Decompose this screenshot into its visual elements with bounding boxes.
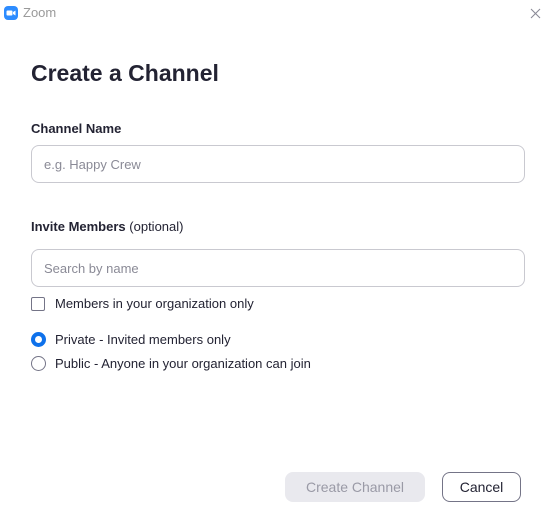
create-channel-button[interactable]: Create Channel xyxy=(285,472,425,502)
channel-name-label: Channel Name xyxy=(31,121,122,136)
public-radio[interactable] xyxy=(31,356,46,371)
public-label: Public - Anyone in your organization can… xyxy=(55,356,311,371)
public-option[interactable]: Public - Anyone in your organization can… xyxy=(31,356,311,371)
org-only-label: Members in your organization only xyxy=(55,296,254,311)
invite-members-label-text: Invite Members xyxy=(31,219,126,234)
channel-name-field[interactable] xyxy=(31,145,525,183)
search-members-input[interactable] xyxy=(31,249,525,287)
invite-members-label: Invite Members (optional) xyxy=(31,219,183,234)
optional-text: (optional) xyxy=(129,219,184,234)
private-label: Private - Invited members only xyxy=(55,332,231,347)
title-bar: Zoom xyxy=(0,0,549,26)
org-only-checkbox[interactable] xyxy=(31,296,45,311)
close-icon[interactable] xyxy=(527,5,543,21)
app-title: Zoom xyxy=(23,5,57,20)
page-title: Create a Channel xyxy=(31,60,219,86)
private-radio[interactable] xyxy=(31,332,46,347)
zoom-camera-icon xyxy=(4,6,18,20)
cancel-button[interactable]: Cancel xyxy=(442,472,521,502)
private-option[interactable]: Private - Invited members only xyxy=(31,332,231,347)
org-only-option[interactable]: Members in your organization only xyxy=(31,296,254,311)
